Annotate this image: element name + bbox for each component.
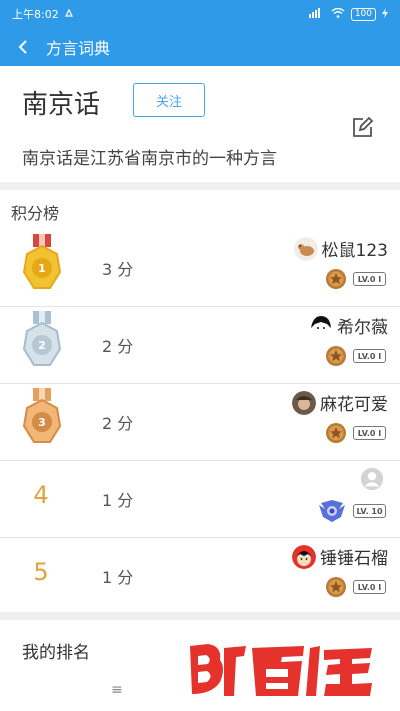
girl-avatar — [309, 313, 333, 338]
battery-icon: 100 — [350, 7, 376, 21]
score: 1 分 — [102, 491, 134, 510]
chevron-left-icon — [18, 40, 27, 54]
username: 麻花可爱 — [320, 395, 388, 415]
username: 松鼠123 — [321, 241, 388, 261]
leaderboard-title: 积分榜 — [11, 204, 60, 223]
menu-icon[interactable]: ≡ — [111, 682, 123, 698]
dialect-description: 南京话是江苏省南京市的一种方言 — [22, 149, 277, 169]
notification-icon — [64, 8, 74, 21]
score: 3 分 — [102, 260, 134, 279]
page-title: 方言词典 — [46, 39, 111, 58]
signal-icon — [308, 7, 325, 21]
dialect-header: 南京话 关注 南京话是江苏省南京市的一种方言 — [0, 66, 400, 182]
level-badge-icon — [326, 423, 346, 443]
level-badge-icon — [326, 346, 346, 366]
leaderboard-row[interactable]: 4 1 分 LV. 10 — [0, 461, 400, 538]
username: 希尔薇 — [337, 318, 388, 338]
leaderboard-row[interactable]: 2 2 分 希尔薇 LV.0 I — [0, 307, 400, 384]
level-tag: LV. 10 — [353, 504, 386, 518]
svg-text:3: 3 — [38, 416, 46, 429]
my-rank-label[interactable]: 我的排名 — [22, 638, 90, 663]
photo-avatar — [292, 390, 316, 415]
edit-icon — [353, 116, 374, 137]
follow-button[interactable]: 关注 — [133, 83, 205, 117]
section-divider — [0, 182, 400, 190]
rank-number: 4 — [33, 481, 49, 509]
username: 锤锤石榴 — [320, 549, 388, 569]
nav-bar: 方言词典 — [0, 28, 400, 66]
watermark-logo — [186, 638, 376, 704]
silver-medal-icon: 2 — [14, 309, 70, 373]
score: 1 分 — [102, 568, 134, 587]
level-badge-icon — [326, 577, 346, 597]
back-button[interactable] — [0, 28, 46, 66]
score: 2 分 — [102, 414, 134, 433]
svg-text:1: 1 — [38, 262, 46, 275]
level-tag: LV.0 I — [353, 272, 386, 286]
level-shield-badge-icon — [319, 500, 345, 522]
wifi-icon — [331, 7, 345, 21]
level-badge-icon — [326, 269, 346, 289]
leaderboard-row[interactable]: 1 3 分 松鼠123 LV.0 I — [0, 230, 400, 307]
rank-number: 5 — [33, 558, 49, 586]
charging-icon — [382, 7, 388, 21]
edit-button[interactable] — [350, 116, 374, 140]
level-tag: LV.0 I — [353, 580, 386, 594]
gold-medal-icon: 1 — [14, 232, 70, 296]
leaderboard-row[interactable]: 5 1 分 锤锤石榴 LV.0 I — [0, 538, 400, 615]
cartoon-avatar — [292, 544, 316, 569]
score: 2 分 — [102, 337, 134, 356]
squirrel-avatar — [293, 236, 318, 261]
status-bar: 上午8:02 100 — [0, 0, 400, 28]
level-tag: LV.0 I — [353, 349, 386, 363]
level-tag: LV.0 I — [353, 426, 386, 440]
leaderboard-row[interactable]: 3 2 分 麻花可爱 LV.0 I — [0, 384, 400, 461]
dialect-name: 南京话 — [22, 90, 101, 120]
section-divider — [0, 612, 400, 620]
svg-text:2: 2 — [38, 339, 46, 352]
bronze-medal-icon: 3 — [14, 386, 70, 450]
default-avatar — [360, 467, 384, 491]
status-time: 上午8:02 — [12, 8, 59, 21]
